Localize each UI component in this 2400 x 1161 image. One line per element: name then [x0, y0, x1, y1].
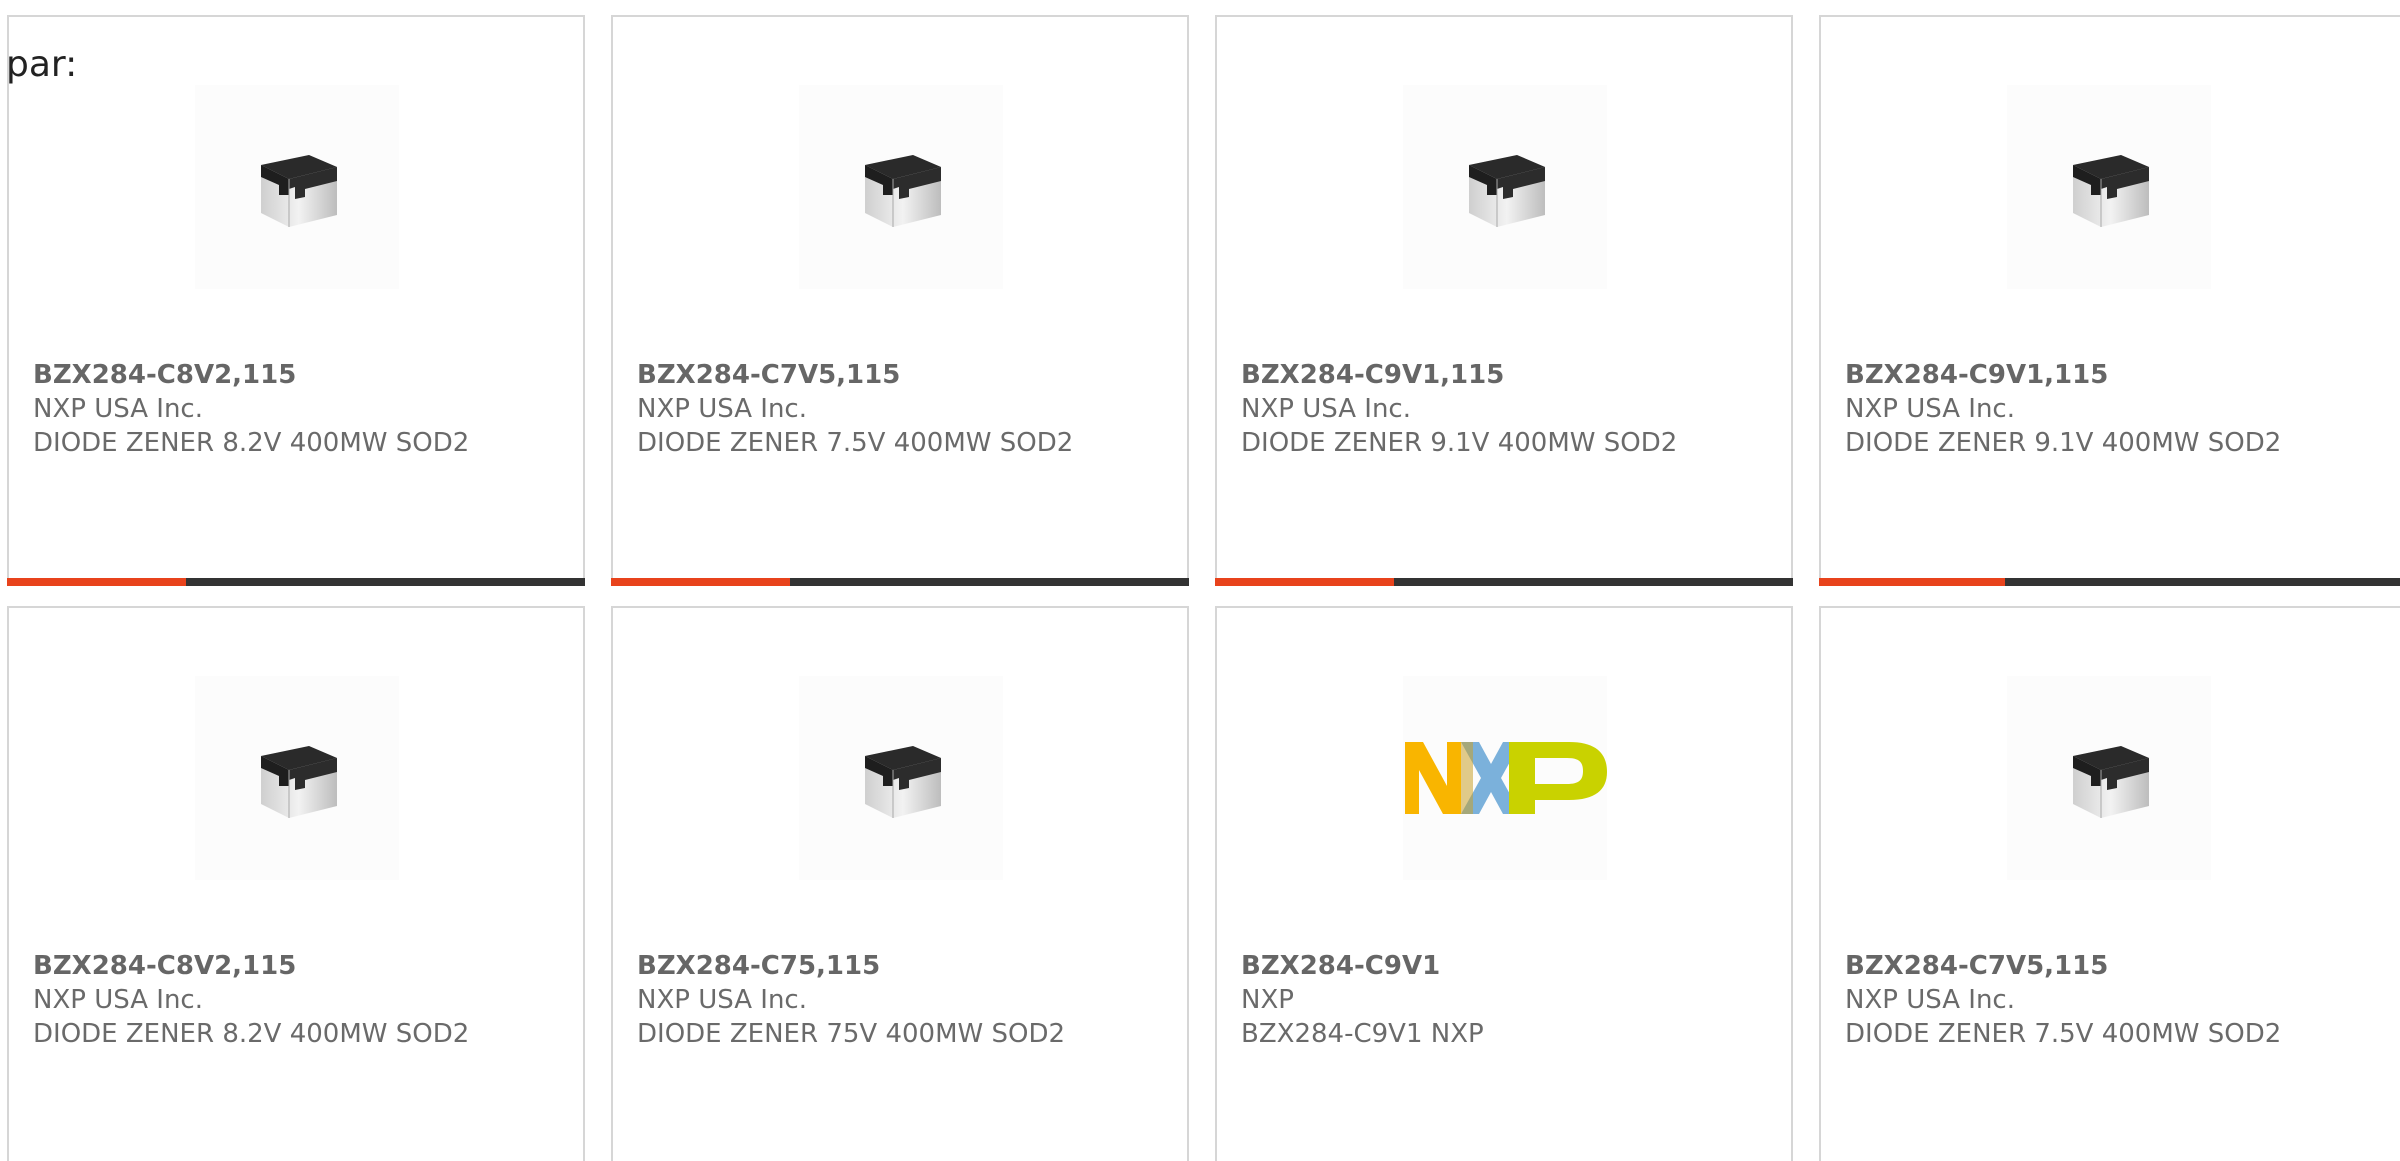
- product-card[interactable]: BZX284-C9V1 NXP BZX284-C9V1 NXP: [1215, 606, 1793, 1161]
- diode-chip-icon: [2073, 746, 2149, 818]
- product-image[interactable]: [2007, 676, 2211, 880]
- product-card[interactable]: BZX284-C9V1,115 NXP USA Inc. DIODE ZENER…: [1215, 15, 1793, 586]
- product-info: BZX284-C75,115 NXP USA Inc. DIODE ZENER …: [637, 949, 1177, 1051]
- manufacturer: NXP USA Inc.: [33, 394, 203, 424]
- description: DIODE ZENER 75V 400MW SOD2: [637, 1019, 1066, 1049]
- part-number[interactable]: BZX284-C8V2,115: [33, 949, 573, 983]
- part-number[interactable]: BZX284-C7V5,115: [1845, 949, 2400, 983]
- product-info: BZX284-C8V2,115 NXP USA Inc. DIODE ZENER…: [33, 949, 573, 1051]
- results-page: par: BZX284-C8V2,115 NXP USA Inc. DIODE …: [0, 0, 2400, 1161]
- part-number[interactable]: BZX284-C75,115: [637, 949, 1177, 983]
- manufacturer: NXP USA Inc.: [33, 985, 203, 1015]
- diode-chip-icon: [261, 746, 337, 818]
- product-image[interactable]: [195, 85, 399, 289]
- progress-bar: [611, 578, 1189, 586]
- product-image[interactable]: [2007, 85, 2211, 289]
- part-number[interactable]: BZX284-C7V5,115: [637, 358, 1177, 392]
- product-image[interactable]: [1403, 85, 1607, 289]
- product-image[interactable]: [799, 676, 1003, 880]
- manufacturer: NXP: [1241, 985, 1294, 1015]
- part-number[interactable]: BZX284-C9V1,115: [1241, 358, 1781, 392]
- product-info: BZX284-C9V1,115 NXP USA Inc. DIODE ZENER…: [1241, 358, 1781, 460]
- progress-fill: [1215, 578, 1395, 586]
- diode-chip-icon: [1469, 155, 1545, 227]
- part-number[interactable]: BZX284-C9V1,115: [1845, 358, 2400, 392]
- description: DIODE ZENER 7.5V 400MW SOD2: [637, 428, 1074, 458]
- description: BZX284-C9V1 NXP: [1241, 1019, 1484, 1049]
- manufacturer: NXP USA Inc.: [1845, 394, 2015, 424]
- description: DIODE ZENER 9.1V 400MW SOD2: [1241, 428, 1678, 458]
- product-image[interactable]: [1403, 676, 1607, 880]
- description: DIODE ZENER 9.1V 400MW SOD2: [1845, 428, 2282, 458]
- manufacturer: NXP USA Inc.: [1845, 985, 2015, 1015]
- product-image[interactable]: [195, 676, 399, 880]
- manufacturer: NXP USA Inc.: [637, 985, 807, 1015]
- description: DIODE ZENER 7.5V 400MW SOD2: [1845, 1019, 2282, 1049]
- diode-chip-icon: [865, 746, 941, 818]
- product-info: BZX284-C7V5,115 NXP USA Inc. DIODE ZENER…: [1845, 949, 2400, 1051]
- product-info: BZX284-C9V1 NXP BZX284-C9V1 NXP: [1241, 949, 1781, 1051]
- description: DIODE ZENER 8.2V 400MW SOD2: [33, 1019, 470, 1049]
- manufacturer: NXP USA Inc.: [1241, 394, 1411, 424]
- progress-fill: [7, 578, 187, 586]
- intro-text: par:: [6, 44, 78, 85]
- product-card[interactable]: BZX284-C75,115 NXP USA Inc. DIODE ZENER …: [611, 606, 1189, 1161]
- product-card[interactable]: BZX284-C7V5,115 NXP USA Inc. DIODE ZENER…: [611, 15, 1189, 586]
- description: DIODE ZENER 8.2V 400MW SOD2: [33, 428, 470, 458]
- product-card[interactable]: BZX284-C8V2,115 NXP USA Inc. DIODE ZENER…: [7, 606, 585, 1161]
- progress-bar: [1215, 578, 1793, 586]
- product-card[interactable]: BZX284-C8V2,115 NXP USA Inc. DIODE ZENER…: [7, 15, 585, 586]
- diode-chip-icon: [865, 155, 941, 227]
- product-info: BZX284-C9V1,115 NXP USA Inc. DIODE ZENER…: [1845, 358, 2400, 460]
- progress-fill: [611, 578, 791, 586]
- diode-chip-icon: [2073, 155, 2149, 227]
- part-number[interactable]: BZX284-C8V2,115: [33, 358, 573, 392]
- manufacturer: NXP USA Inc.: [637, 394, 807, 424]
- progress-fill: [1819, 578, 2005, 586]
- product-info: BZX284-C8V2,115 NXP USA Inc. DIODE ZENER…: [33, 358, 573, 460]
- product-card[interactable]: BZX284-C7V5,115 NXP USA Inc. DIODE ZENER…: [1819, 606, 2400, 1161]
- nxp-logo: [1405, 742, 1607, 814]
- product-card[interactable]: BZX284-C9V1,115 NXP USA Inc. DIODE ZENER…: [1819, 15, 2400, 586]
- product-info: BZX284-C7V5,115 NXP USA Inc. DIODE ZENER…: [637, 358, 1177, 460]
- product-image[interactable]: [799, 85, 1003, 289]
- diode-chip-icon: [261, 155, 337, 227]
- progress-bar: [1819, 578, 2400, 586]
- progress-bar: [7, 578, 585, 586]
- part-number[interactable]: BZX284-C9V1: [1241, 949, 1781, 983]
